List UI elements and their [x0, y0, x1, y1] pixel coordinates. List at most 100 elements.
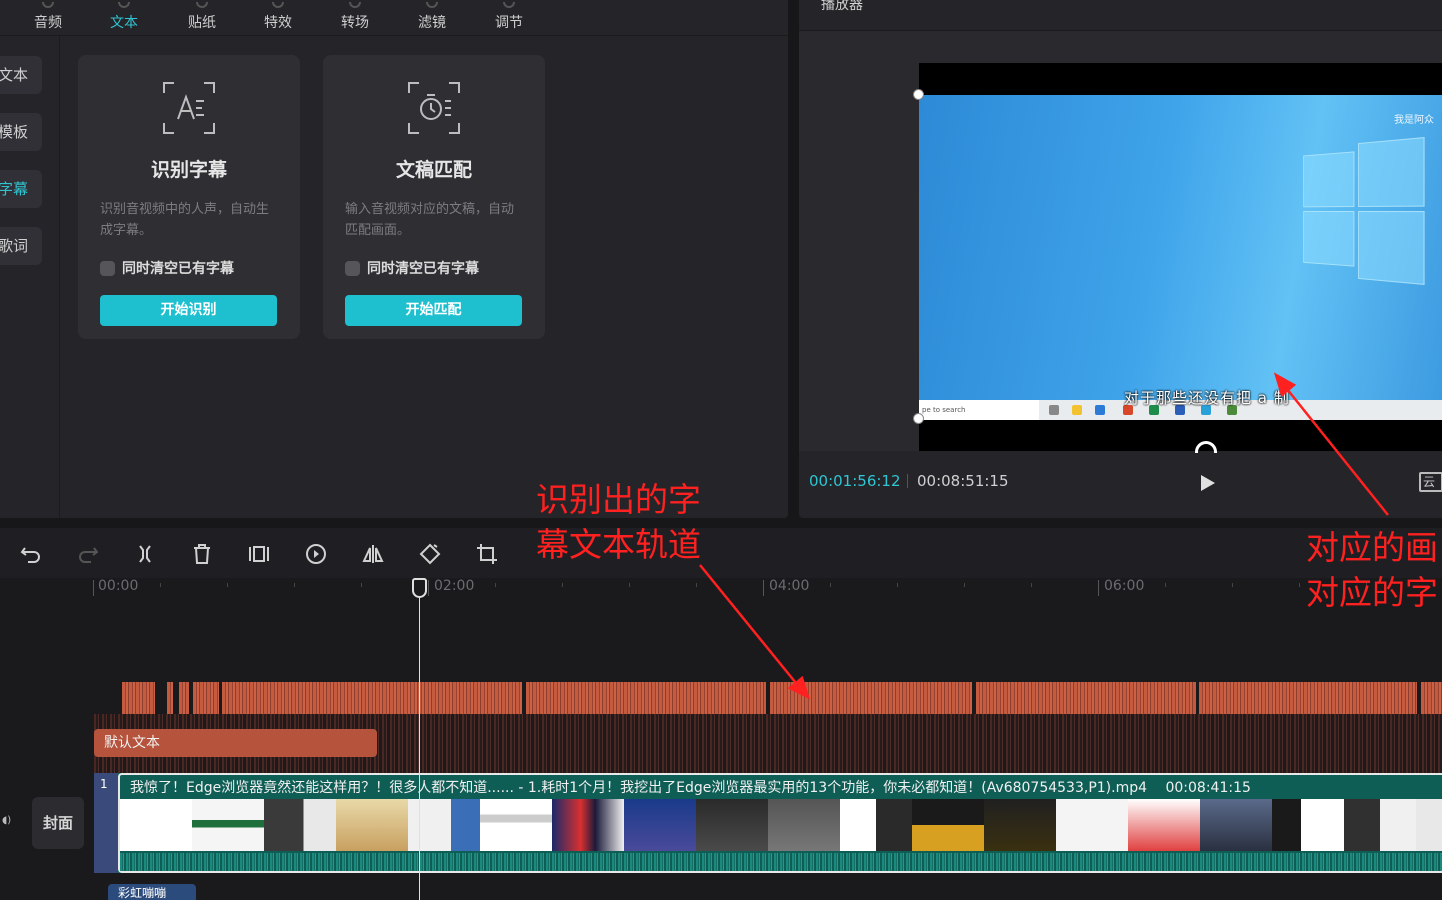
ratio-icon[interactable]: 云	[1419, 472, 1442, 492]
start-recognize-button[interactable]: 开始识别	[100, 295, 277, 326]
timeline-toolbar	[0, 528, 1442, 578]
card-description: 输入音视频对应的文稿，自动匹配画面。	[345, 202, 515, 238]
video-frame: 我是阿众 pe to search 对于那些还没有把 a 制	[919, 95, 1442, 420]
subtitle-clip[interactable]	[1421, 682, 1442, 714]
crop-icon[interactable]	[475, 542, 499, 566]
mute-icon[interactable]: ◖)	[2, 815, 11, 826]
card-title: 文稿匹配	[395, 159, 472, 181]
speech-recognize-icon	[163, 82, 215, 134]
clear-existing-checkbox[interactable]: 同时清空已有字幕	[345, 258, 479, 278]
material-panel: 音频 文本 贴纸 特效 转场 滤镜 调节 文本 模板 字幕 歌词 识别字幕 识别…	[0, 0, 788, 518]
clear-existing-checkbox[interactable]: 同时清空已有字幕	[100, 258, 234, 278]
lead-clip[interactable]: 1	[94, 773, 118, 873]
time-ruler[interactable]: 00:00 02:00 04:00 06:00	[0, 578, 1442, 602]
reverse-icon[interactable]	[304, 542, 328, 566]
tab-effects[interactable]: 特效	[264, 2, 292, 32]
checkbox-box[interactable]	[345, 260, 360, 276]
windows-logo-icon	[1303, 136, 1425, 286]
recognize-subtitle-card: 识别字幕 识别音视频中的人声，自动生成字幕。 同时清空已有字幕 开始识别	[78, 55, 300, 339]
undo-icon[interactable]	[19, 542, 43, 566]
cover-button[interactable]: 封面	[32, 797, 84, 849]
subtitle-clip[interactable]	[222, 682, 522, 714]
video-audio-waveform	[120, 853, 1442, 871]
transition-icon	[349, 2, 361, 8]
watermark-text: 我是阿众	[1394, 115, 1434, 126]
sidebar-item-subtitle[interactable]: 字幕	[0, 170, 42, 208]
filter-icon	[426, 2, 438, 8]
ruler-tick	[763, 580, 764, 596]
annotation-frame-subtitle: 对应的画 对应的字	[1306, 528, 1438, 612]
tab-audio[interactable]: 音频	[34, 2, 62, 32]
main-video-track[interactable]: 1 我惊了！Edge浏览器竟然还能这样用？！很多人都不知道...... - 1.…	[94, 773, 1442, 873]
ruler-label: 06:00	[1104, 578, 1145, 594]
script-match-icon	[408, 82, 460, 134]
playhead-line	[419, 584, 420, 900]
player-title: 播放器	[821, 0, 863, 13]
video-clip-name: 我惊了！Edge浏览器竟然还能这样用？！很多人都不知道...... - 1.耗时…	[130, 780, 1251, 796]
subtitle-clip[interactable]	[526, 682, 766, 714]
taskbar-search: pe to search	[919, 400, 1039, 420]
sticker-icon	[196, 2, 208, 8]
lead-clip-label: 1	[100, 777, 108, 791]
sidebar-item-lyrics[interactable]: 歌词	[0, 227, 42, 265]
script-match-card: 文稿匹配 输入音视频对应的文稿，自动匹配画面。 同时清空已有字幕 开始匹配	[323, 55, 545, 339]
subtitle-overlay[interactable]: 对于那些还没有把 a 制	[1124, 387, 1290, 408]
tab-text[interactable]: 文本	[110, 2, 138, 32]
subtitle-clip[interactable]	[770, 682, 972, 714]
subtitle-clip[interactable]	[976, 682, 1196, 714]
tab-transition[interactable]: 转场	[341, 2, 369, 32]
sidebar-item-template[interactable]: 模板	[0, 113, 42, 151]
ruler-label: 02:00	[434, 578, 475, 594]
video-clip[interactable]: 我惊了！Edge浏览器竟然还能这样用？！很多人都不知道...... - 1.耗时…	[118, 773, 1442, 873]
subtitle-clip[interactable]	[1199, 682, 1417, 714]
tab-filter[interactable]: 滤镜	[418, 2, 446, 32]
taskview-icon	[1049, 405, 1059, 415]
sticker-clip[interactable]: 彩虹嘣嘣	[108, 884, 196, 900]
checkbox-box[interactable]	[100, 260, 115, 276]
folder-icon	[1072, 405, 1082, 415]
effects-icon	[272, 2, 284, 8]
app-window: 音频 文本 贴纸 特效 转场 滤镜 调节 文本 模板 字幕 歌词 识别字幕 识别…	[0, 0, 1442, 900]
ruler-tick	[428, 580, 429, 596]
time-separator	[907, 474, 908, 488]
text-side-nav: 文本 模板 字幕 歌词	[0, 36, 60, 518]
rotate-icon[interactable]	[418, 542, 442, 566]
adjust-icon	[503, 2, 515, 8]
player-panel: 播放器 我是阿众 pe to search 对于那些还没有把 a 制 00:01…	[799, 0, 1442, 518]
preview-stage: 我是阿众 pe to search 对于那些还没有把 a 制	[799, 31, 1442, 453]
preview-video[interactable]: 我是阿众 pe to search 对于那些还没有把 a 制	[913, 63, 1442, 453]
split-icon[interactable]	[133, 542, 157, 566]
default-text-clip[interactable]: 默认文本	[94, 729, 377, 757]
card-description: 识别音视频中的人声，自动生成字幕。	[100, 202, 270, 238]
subtitle-clip[interactable]	[193, 682, 219, 714]
top-tab-bar: 音频 文本 贴纸 特效 转场 滤镜 调节	[0, 0, 788, 36]
card-title: 识别字幕	[150, 159, 227, 181]
ruler-label: 00:00	[98, 578, 139, 594]
video-thumbnails	[120, 799, 1442, 851]
resize-handle-bottom-left[interactable]	[913, 413, 924, 424]
subtitle-clip[interactable]	[167, 682, 173, 714]
tab-sticker[interactable]: 贴纸	[188, 2, 216, 32]
ruler-tick	[1098, 580, 1099, 596]
redo-icon[interactable]	[76, 542, 100, 566]
tab-adjust[interactable]: 调节	[495, 2, 523, 32]
subtitle-track[interactable]	[0, 682, 1442, 714]
playhead-handle[interactable]	[412, 578, 427, 598]
ruler-label: 04:00	[769, 578, 810, 594]
current-time: 00:01:56:12	[809, 472, 901, 490]
subtitle-clip[interactable]	[179, 682, 189, 714]
sidebar-item-text[interactable]: 文本	[0, 56, 42, 94]
audio-icon	[42, 2, 54, 8]
rotate-handle-icon[interactable]	[1195, 441, 1217, 453]
outlook-icon	[1095, 405, 1105, 415]
start-match-button[interactable]: 开始匹配	[345, 295, 522, 326]
resize-handle-top-left[interactable]	[913, 89, 924, 100]
freeze-icon[interactable]	[247, 542, 271, 566]
total-time: 00:08:51:15	[917, 472, 1009, 490]
text-icon	[118, 2, 130, 8]
mirror-icon[interactable]	[361, 542, 385, 566]
delete-icon[interactable]	[190, 542, 214, 566]
play-icon[interactable]	[1201, 475, 1215, 491]
annotation-subtitle-track: 识别出的字 幕文本轨道	[536, 480, 701, 564]
subtitle-clip[interactable]	[122, 682, 155, 714]
